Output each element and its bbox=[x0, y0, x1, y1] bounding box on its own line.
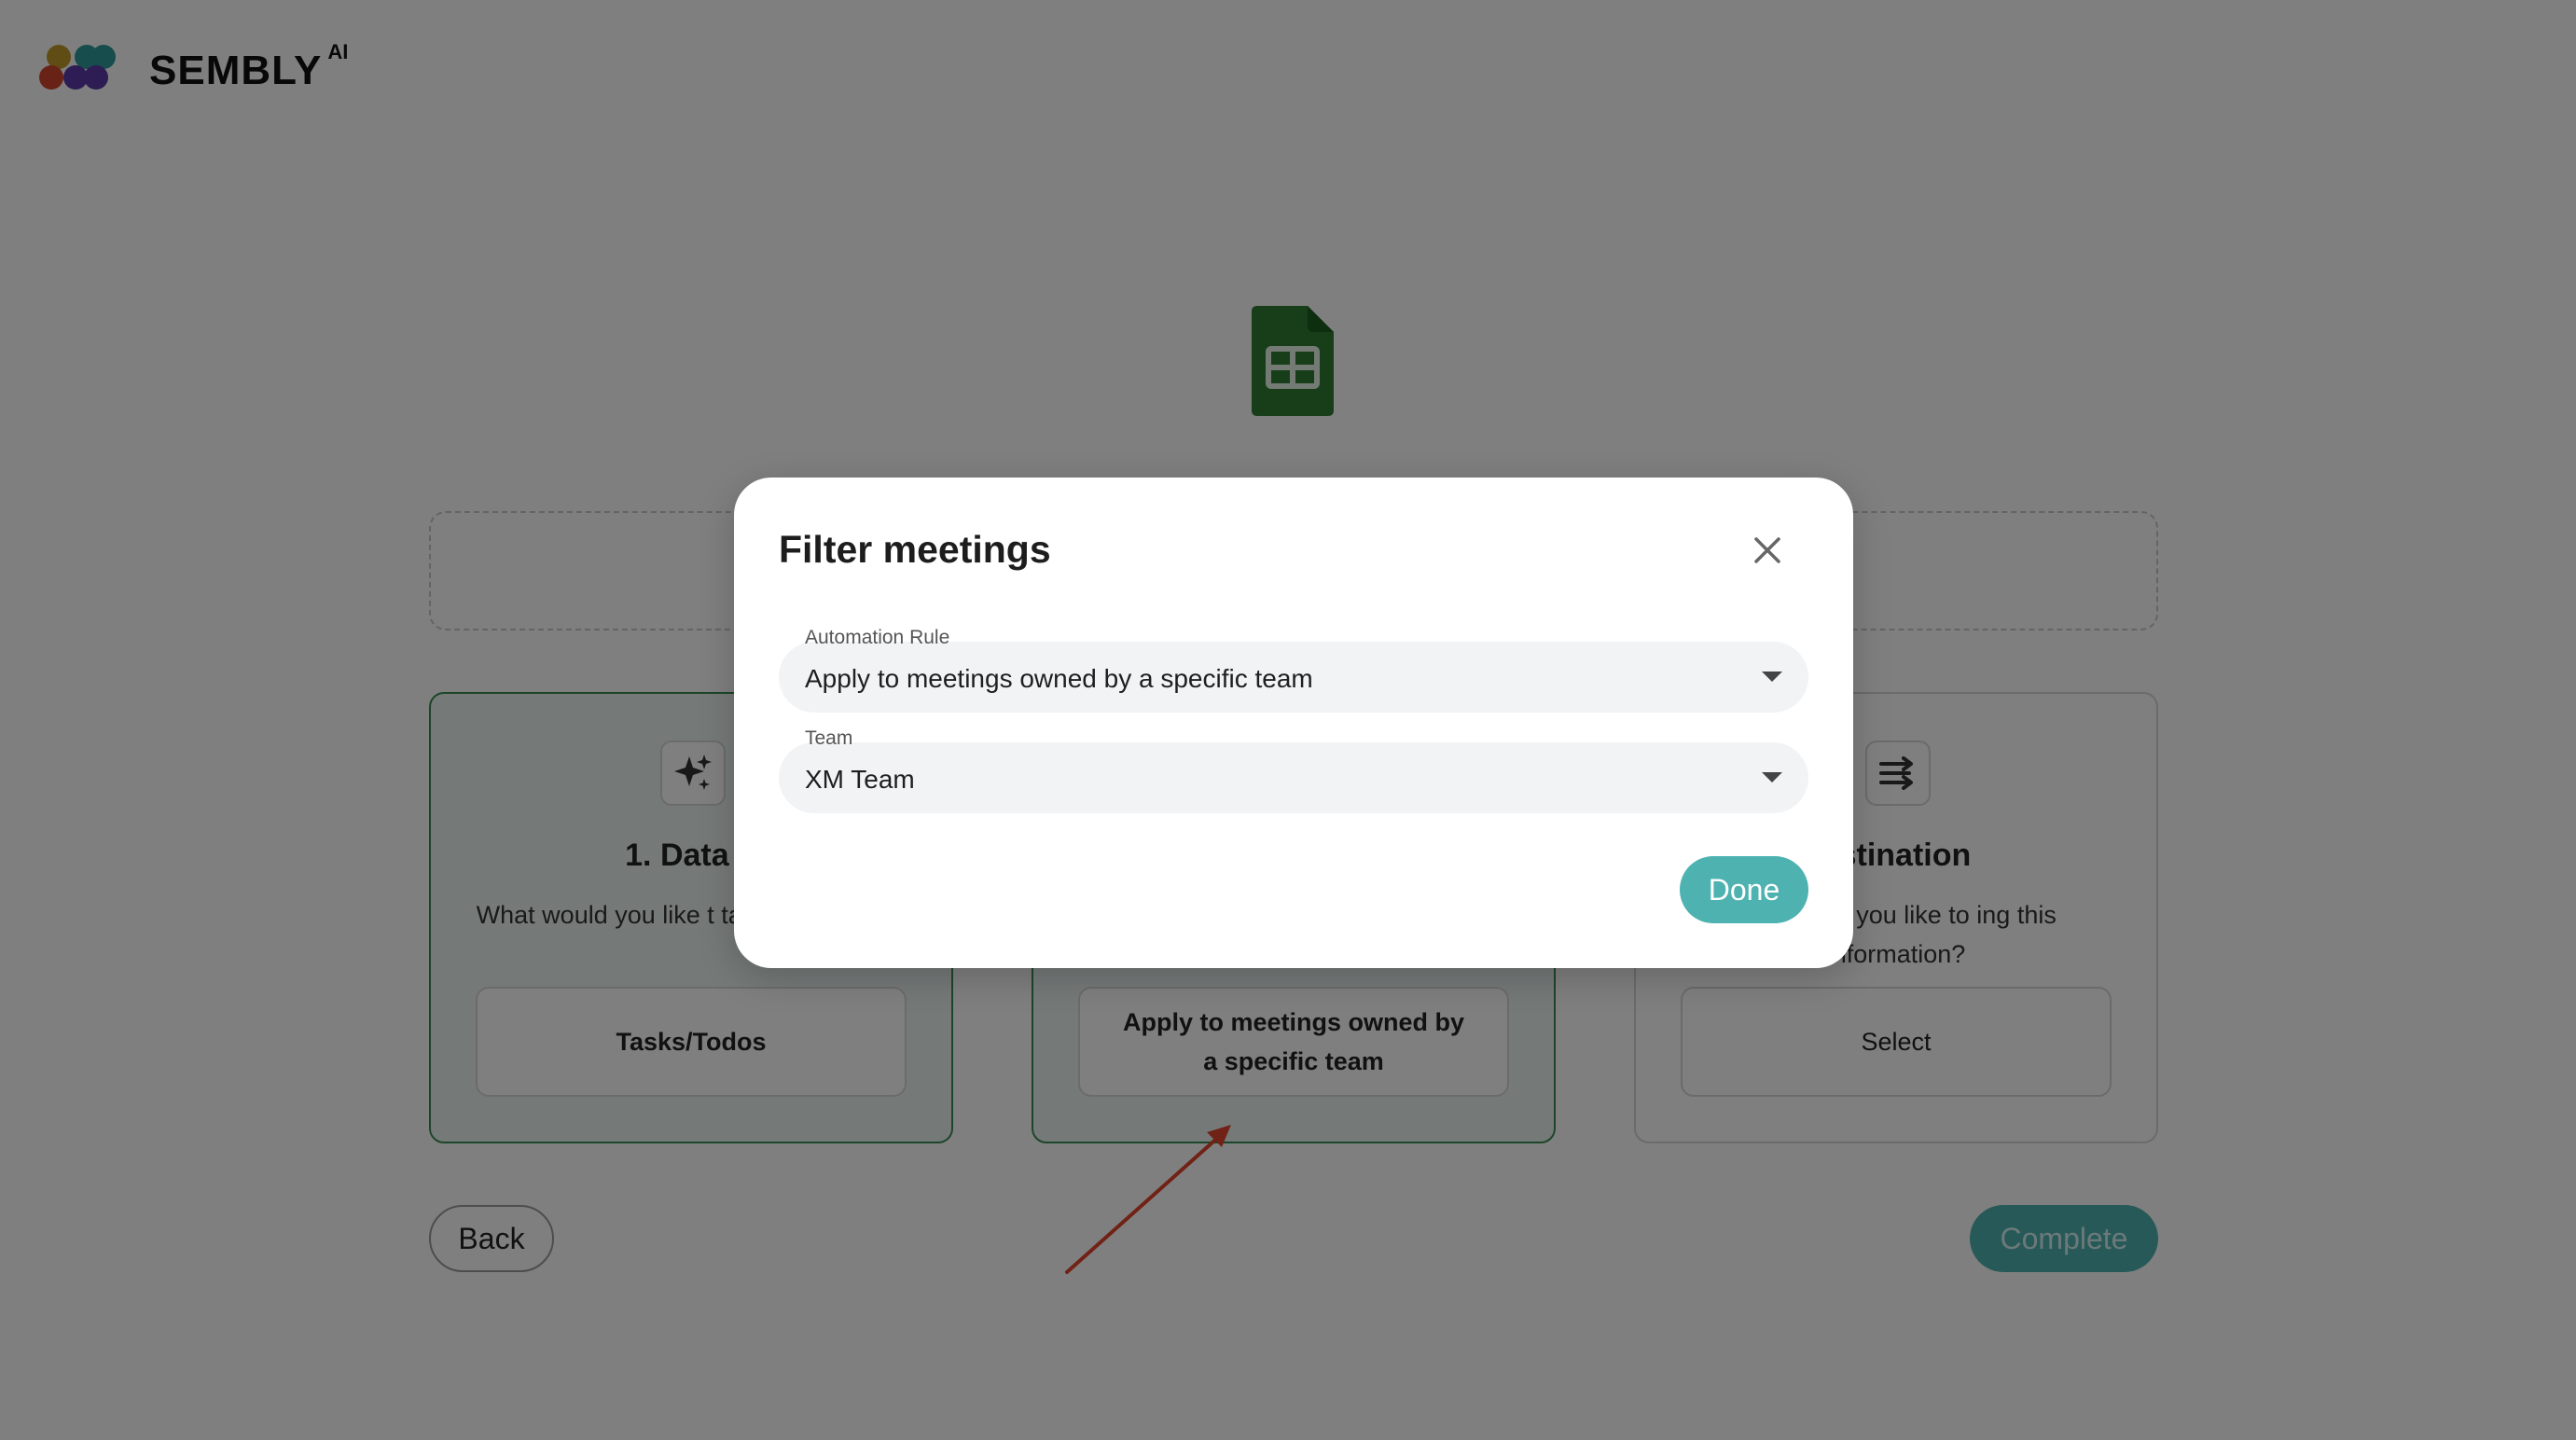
automation-rule-label: Automation Rule bbox=[805, 627, 950, 648]
team-select[interactable]: Team XM Team bbox=[779, 727, 1808, 813]
close-button[interactable] bbox=[1747, 530, 1788, 571]
dropdown-caret-icon bbox=[1762, 772, 1782, 782]
filter-meetings-dialog: Filter meetings Automation Rule Apply to… bbox=[734, 478, 1853, 968]
dialog-title: Filter meetings bbox=[779, 528, 1051, 571]
team-value: XM Team bbox=[805, 765, 915, 794]
automation-rule-select[interactable]: Automation Rule Apply to meetings owned … bbox=[779, 627, 1808, 713]
dropdown-caret-icon bbox=[1762, 672, 1782, 682]
done-button[interactable]: Done bbox=[1680, 856, 1808, 923]
team-label: Team bbox=[805, 727, 853, 749]
automation-rule-value: Apply to meetings owned by a specific te… bbox=[805, 664, 1313, 693]
close-icon bbox=[1754, 537, 1780, 563]
